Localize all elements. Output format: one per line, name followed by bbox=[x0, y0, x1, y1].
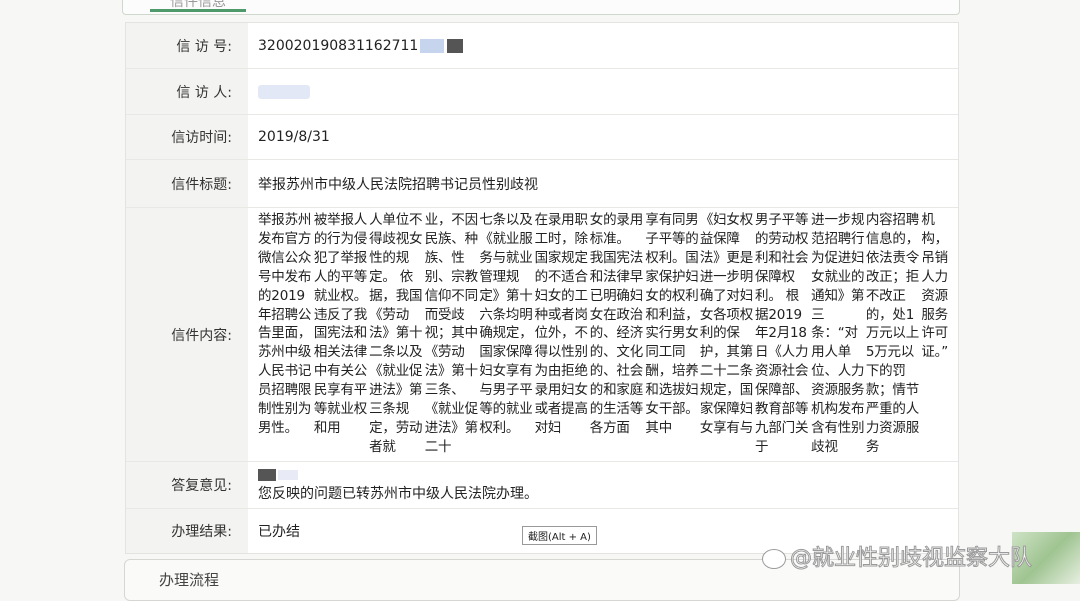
content-line: 被举报人的行为侵犯了举报人的平等就业权。违反了我国宪法和相关法律中有关公民享有平… bbox=[313, 212, 368, 436]
redacted-mosaic bbox=[447, 38, 464, 53]
content-line: 七条以及《就业服务与就业管理规定》第十六条均明确规定，国家保障妇女享有与男子平等… bbox=[479, 212, 533, 436]
row-petition-number: 信 访 号: 32002019083116271​1 bbox=[126, 23, 958, 69]
letter-content-label: 信件内容: bbox=[126, 208, 248, 461]
watermark-text: @就业性别歧视监察大队 bbox=[789, 546, 1033, 572]
redacted-mosaic bbox=[420, 38, 445, 53]
reply-opinion-label: 答复意见: bbox=[126, 462, 248, 508]
content-line: 在录用职工时，除国家规定的不适合妇女的工种或者岗位外，不得以性别为由拒绝录用妇女… bbox=[534, 212, 588, 436]
row-reply-opinion: 答复意见: 您反映的问题已转苏州市中级人民法院办理。 bbox=[126, 462, 958, 509]
content-line: 《妇女权益保障法》更是进一步明确了对妇女各项权利的保护，其第二十二条规定，国家保… bbox=[699, 212, 754, 436]
letter-title-value: 举报苏州市中级人民法院招聘书记员性别歧视 bbox=[258, 176, 538, 193]
weibo-watermark: @就业性别歧视监察大队 bbox=[762, 540, 1033, 572]
petitioner-cell bbox=[248, 69, 958, 114]
letter-info-panel bbox=[122, 0, 960, 15]
handling-result-label: 办理结果: bbox=[126, 509, 248, 553]
content-line: 女的录用标准。 我国宪法和法律早已明确妇女在政治的、经济的、文化的、社会的和家庭… bbox=[589, 212, 643, 436]
petition-number-cell: 32002019083116271​1 bbox=[248, 23, 958, 68]
content-line: 享有同男子平等的权利。国家保护妇女的权利和利益，实行男女同工同酬，培养和选拔妇女… bbox=[645, 212, 699, 436]
content-line: 业，不因民族、种族、性别、宗教信仰不同而受歧视；其中《劳动法》第十三条、《就业促… bbox=[424, 212, 478, 455]
reply-opinion-value: 您反映的问题已转苏州市中级人民法院办理。 bbox=[258, 486, 538, 502]
redacted-mosaic bbox=[258, 84, 310, 99]
content-line: 进一步规范招聘行为促进妇女就业的通知》第三条：“对用人单位、人力资源服务机构发布… bbox=[811, 212, 865, 455]
petition-time-label: 信访时间: bbox=[126, 115, 248, 159]
content-line: 举报苏州发布官方微信公众号中发布的2019年招聘公告里面，苏州中级人民书记员招聘… bbox=[258, 212, 312, 436]
letter-content-value: 举报苏州发布官方微信公众号中发布的2019年招聘公告里面，苏州中级人民书记员招聘… bbox=[248, 208, 958, 461]
letter-title-label: 信件标题: bbox=[126, 160, 248, 207]
row-letter-content: 信件内容: 举报苏州发布官方微信公众号中发布的2019年招聘公告里面，苏州中级人… bbox=[126, 208, 958, 462]
redacted-mosaic bbox=[278, 470, 298, 480]
content-line: 机构，吊销人力资源服务许可证。” bbox=[921, 212, 949, 361]
screenshot-shortcut-tooltip: 截图(Alt + A) bbox=[522, 526, 597, 545]
row-petitioner: 信 访 人: bbox=[126, 69, 958, 115]
petition-detail-table: 信 访 号: 32002019083116271​1 信 访 人: 信访时间: … bbox=[125, 22, 959, 554]
redacted-mosaic bbox=[258, 469, 276, 481]
row-petition-time: 信访时间: 2019/8/31 bbox=[126, 115, 958, 160]
row-letter-title: 信件标题: 举报苏州市中级人民法院招聘书记员性别歧视 bbox=[126, 160, 958, 208]
redacted-reply-name bbox=[258, 467, 298, 483]
weibo-logo-icon bbox=[762, 549, 786, 569]
reply-opinion-cell: 您反映的问题已转苏州市中级人民法院办理。 bbox=[248, 462, 958, 508]
handling-process-title: 办理流程 bbox=[159, 571, 220, 589]
tab-letter-info[interactable]: 信件信息 bbox=[150, 0, 246, 12]
petition-time-value: 2019/8/31 bbox=[258, 129, 330, 145]
content-line: 内容招聘信息的，依法责令改正；拒不改正的，处1万元以上5万元以下的罚款；情节严重… bbox=[865, 212, 920, 455]
content-line: 男子平等的劳动权利和社会保障权利。 根据2019年2月18日《人力资源社会保障部… bbox=[755, 212, 809, 455]
content-line: 人单位不得歧视女性的规定。 依据，我国《劳动法》第十二条以及《就业促进法》第三条… bbox=[369, 212, 423, 455]
petition-number-value: 32002019083116271​1 bbox=[258, 37, 419, 54]
petitioner-label: 信 访 人: bbox=[126, 69, 248, 114]
petition-number-label: 信 访 号: bbox=[126, 23, 248, 68]
